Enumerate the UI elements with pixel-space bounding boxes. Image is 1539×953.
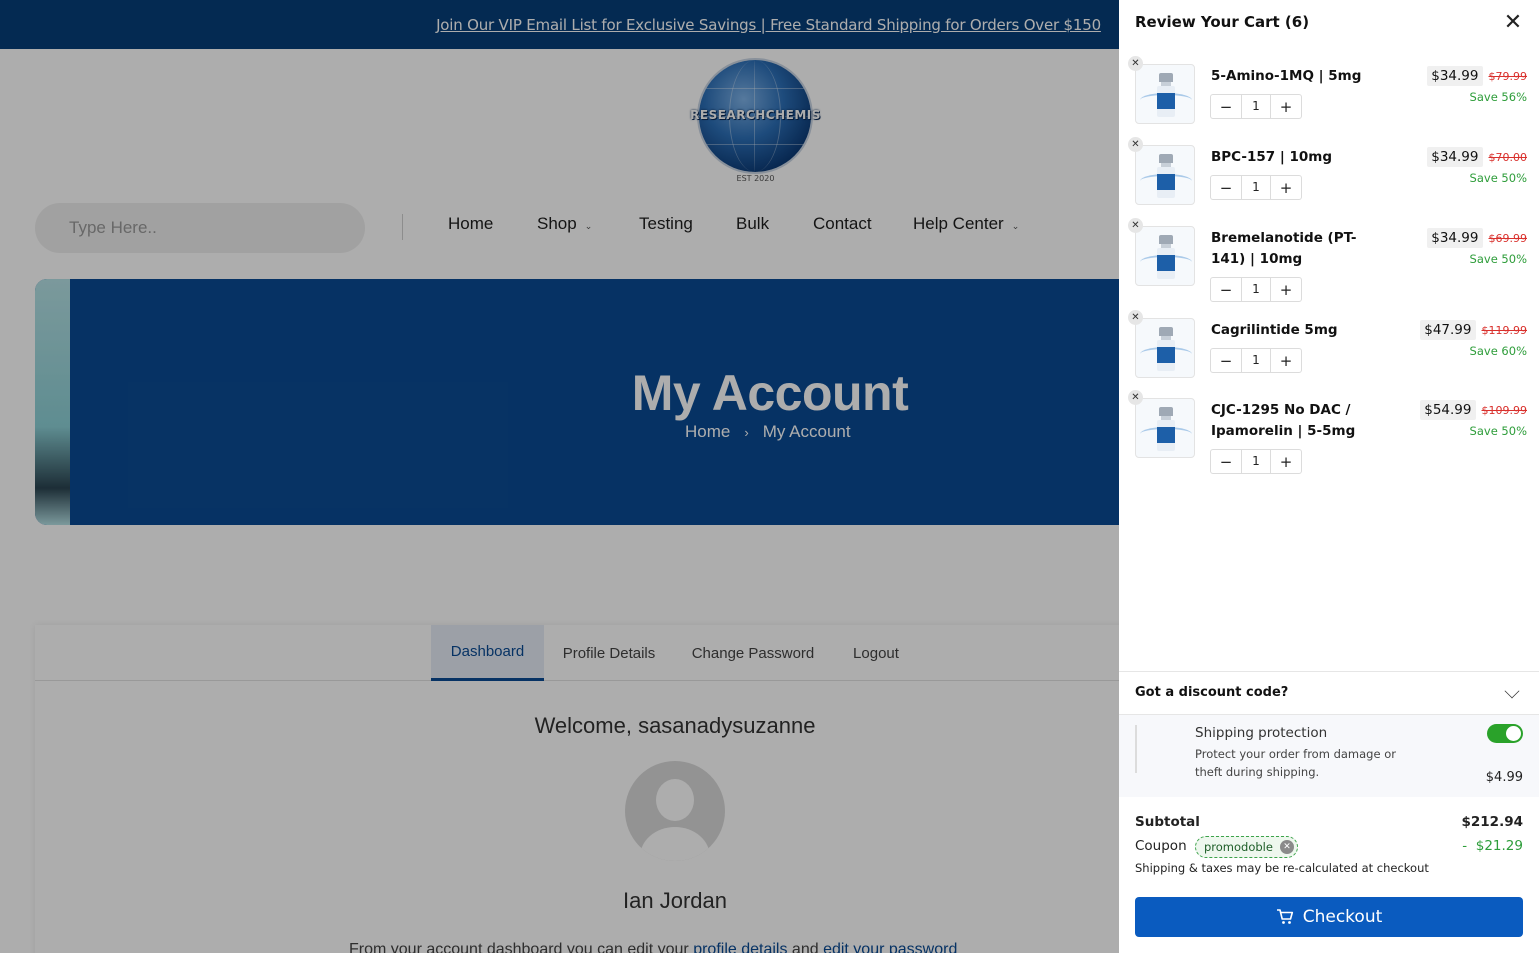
plus-icon[interactable]: + bbox=[1271, 95, 1301, 118]
product-thumbnail[interactable] bbox=[1135, 318, 1195, 378]
coupon-row: Coupon promodoble ✕ - $21.29 bbox=[1135, 836, 1523, 858]
shipping-protection-divider bbox=[1135, 725, 1137, 773]
current-price: $54.99 bbox=[1420, 400, 1476, 420]
product-thumbnail[interactable] bbox=[1135, 226, 1195, 286]
shipping-protection-price: $4.99 bbox=[1485, 770, 1523, 785]
product-name[interactable]: Bremelanotide (PT-141) | 10mg bbox=[1211, 228, 1381, 270]
cart-title: Review Your Cart (6) bbox=[1135, 13, 1310, 31]
savings-badge: Save 56% bbox=[1469, 90, 1527, 104]
subtotal-label: Subtotal bbox=[1135, 814, 1200, 830]
original-price: $69.99 bbox=[1488, 231, 1528, 245]
remove-item-icon[interactable]: ✕ bbox=[1128, 56, 1143, 71]
savings-badge: Save 50% bbox=[1469, 424, 1527, 438]
savings-badge: Save 50% bbox=[1469, 252, 1527, 266]
quantity-stepper: − 1 + bbox=[1210, 449, 1302, 474]
price-group: $34.99 $69.99 bbox=[1427, 228, 1527, 248]
current-price: $34.99 bbox=[1427, 228, 1483, 248]
discount-code-toggle[interactable]: Got a discount code? bbox=[1119, 671, 1539, 715]
coupon-code: promodoble bbox=[1204, 840, 1273, 854]
current-price: $47.99 bbox=[1420, 320, 1476, 340]
product-name[interactable]: Cagrilintide 5mg bbox=[1211, 320, 1391, 341]
coupon-badge: promodoble ✕ bbox=[1195, 836, 1298, 858]
original-price: $70.00 bbox=[1488, 150, 1528, 164]
savings-badge: Save 50% bbox=[1469, 171, 1527, 185]
current-price: $34.99 bbox=[1427, 147, 1483, 167]
price-group: $47.99 $119.99 bbox=[1420, 320, 1527, 340]
close-icon[interactable]: ✕ bbox=[1501, 12, 1525, 36]
shipping-protection: Shipping protection Protect your order f… bbox=[1119, 715, 1539, 797]
product-thumbnail[interactable] bbox=[1135, 64, 1195, 124]
remove-item-icon[interactable]: ✕ bbox=[1128, 310, 1143, 325]
price-group: $54.99 $109.99 bbox=[1420, 400, 1527, 420]
remove-item-icon[interactable]: ✕ bbox=[1128, 390, 1143, 405]
shipping-protection-title: Shipping protection bbox=[1195, 725, 1328, 741]
original-price: $119.99 bbox=[1481, 323, 1528, 337]
product-name[interactable]: 5-Amino-1MQ | 5mg bbox=[1211, 66, 1391, 87]
remove-coupon-icon[interactable]: ✕ bbox=[1279, 840, 1294, 854]
product-name[interactable]: BPC-157 | 10mg bbox=[1211, 147, 1391, 168]
product-name[interactable]: CJC-1295 No DAC / Ipamorelin | 5-5mg bbox=[1211, 400, 1381, 442]
minus-icon[interactable]: − bbox=[1211, 450, 1241, 473]
price-group: $34.99 $79.99 bbox=[1427, 66, 1527, 86]
quantity-value[interactable]: 1 bbox=[1241, 176, 1271, 199]
coupon-label: Coupon bbox=[1135, 838, 1187, 854]
quantity-stepper: − 1 + bbox=[1210, 348, 1302, 373]
cart-icon bbox=[1276, 909, 1293, 924]
current-price: $34.99 bbox=[1427, 66, 1483, 86]
discount-label: Got a discount code? bbox=[1135, 685, 1289, 700]
minus-icon[interactable]: − bbox=[1211, 278, 1241, 301]
quantity-stepper: − 1 + bbox=[1210, 277, 1302, 302]
original-price: $109.99 bbox=[1481, 403, 1528, 417]
minus-icon[interactable]: − bbox=[1211, 95, 1241, 118]
product-thumbnail[interactable] bbox=[1135, 398, 1195, 458]
subtotal-row: Subtotal $212.94 bbox=[1135, 814, 1523, 830]
remove-item-icon[interactable]: ✕ bbox=[1128, 218, 1143, 233]
checkout-label: Checkout bbox=[1302, 907, 1383, 927]
quantity-value[interactable]: 1 bbox=[1241, 278, 1271, 301]
checkout-note: Shipping & taxes may be re-calculated at… bbox=[1135, 861, 1429, 875]
plus-icon[interactable]: + bbox=[1271, 450, 1301, 473]
modal-backdrop[interactable] bbox=[0, 0, 1119, 953]
price-group: $34.99 $70.00 bbox=[1427, 147, 1527, 167]
quantity-stepper: − 1 + bbox=[1210, 94, 1302, 119]
shipping-protection-description: Protect your order from damage or theft … bbox=[1195, 747, 1396, 779]
original-price: $79.99 bbox=[1488, 69, 1528, 83]
minus-icon[interactable]: − bbox=[1211, 176, 1241, 199]
product-thumbnail[interactable] bbox=[1135, 145, 1195, 205]
shipping-protection-toggle[interactable] bbox=[1487, 724, 1523, 743]
remove-item-icon[interactable]: ✕ bbox=[1128, 137, 1143, 152]
minus-icon[interactable]: − bbox=[1211, 349, 1241, 372]
plus-icon[interactable]: + bbox=[1271, 278, 1301, 301]
quantity-stepper: − 1 + bbox=[1210, 175, 1302, 200]
plus-icon[interactable]: + bbox=[1271, 349, 1301, 372]
quantity-value[interactable]: 1 bbox=[1241, 349, 1271, 372]
subtotal-value: $212.94 bbox=[1461, 814, 1524, 830]
chevron-down-icon bbox=[1504, 683, 1520, 699]
coupon-discount: - $21.29 bbox=[1462, 838, 1523, 854]
cart-drawer: Review Your Cart (6) ✕ ✕ 5-Amino-1MQ | 5… bbox=[1119, 0, 1539, 953]
savings-badge: Save 60% bbox=[1469, 344, 1527, 358]
quantity-value[interactable]: 1 bbox=[1241, 450, 1271, 473]
quantity-value[interactable]: 1 bbox=[1241, 95, 1271, 118]
plus-icon[interactable]: + bbox=[1271, 176, 1301, 199]
checkout-button[interactable]: Checkout bbox=[1135, 897, 1523, 937]
